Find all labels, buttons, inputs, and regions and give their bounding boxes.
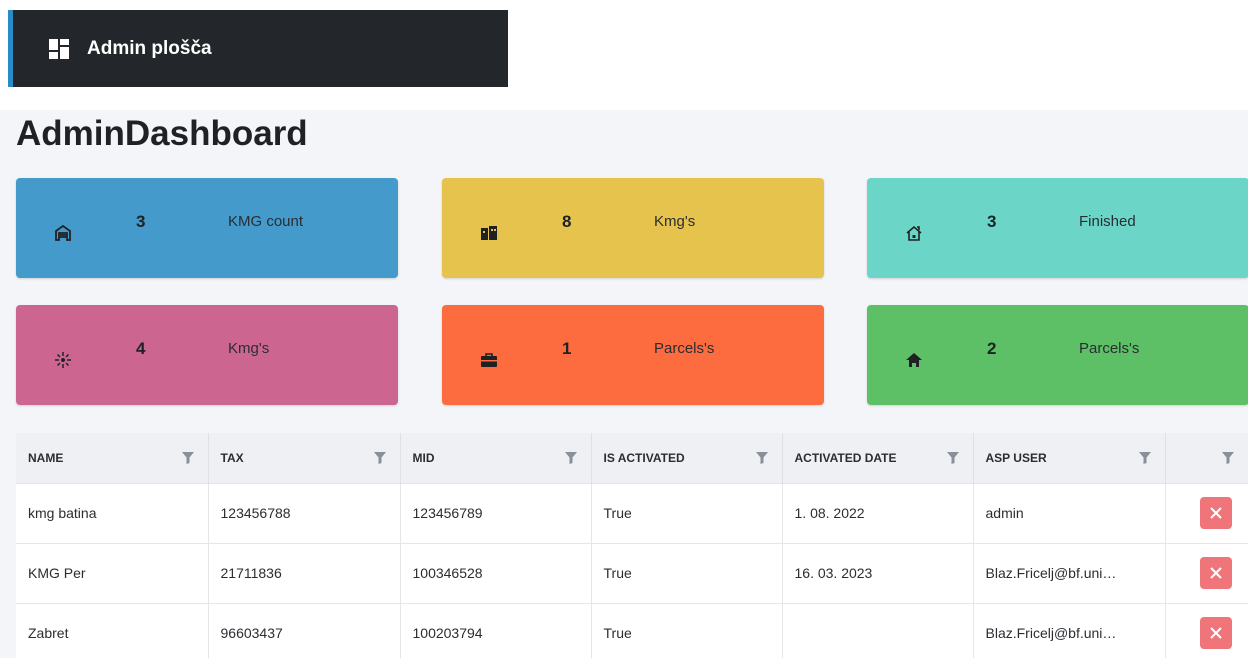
filter-icon[interactable] — [946, 452, 959, 464]
dashboard-icon — [49, 38, 69, 59]
home-icon — [905, 351, 923, 369]
stat-card-kmgs[interactable]: 8 Kmg's — [442, 178, 824, 278]
cell-asp-user: Blaz.Fricelj@bf.uni… — [973, 602, 1166, 658]
main-content: AdminDashboard 3 KMG count 8 Kmg's 3 Fin… — [0, 110, 1248, 658]
warehouse-icon — [54, 224, 72, 242]
cell-mid: 123456789 — [400, 482, 592, 543]
filter-icon[interactable] — [564, 452, 577, 464]
stat-label: Kmg's — [654, 213, 696, 230]
cell-activated-date: 16. 03. 2023 — [782, 542, 974, 603]
column-header-label: IS ACTIVATED — [603, 450, 685, 465]
cell-actions — [1165, 542, 1248, 603]
toolbox-icon — [480, 351, 498, 369]
filter-icon[interactable] — [373, 452, 386, 464]
column-header-label: ASP USER — [985, 450, 1047, 465]
delete-button[interactable] — [1200, 497, 1232, 529]
cell-name: KMG Per — [16, 542, 209, 603]
app-title[interactable]: Admin plošča — [87, 38, 212, 60]
sparkle-icon — [54, 351, 72, 369]
column-header-asp-user[interactable]: ASP USER — [973, 433, 1166, 483]
page-title: AdminDashboard — [16, 114, 308, 153]
home-outline-icon — [905, 224, 923, 242]
cell-name: kmg batina — [16, 482, 209, 543]
column-header-tax[interactable]: TAX — [208, 433, 401, 483]
cell-actions — [1165, 482, 1248, 543]
cell-asp-user: admin — [973, 482, 1166, 543]
cell-tax: 21711836 — [208, 542, 401, 603]
close-icon — [1210, 567, 1222, 579]
stat-label: Finished — [1079, 213, 1136, 230]
column-header-label: NAME — [28, 450, 64, 465]
kmg-table: NAME TAX MID IS ACTIVATED ACTIVATED DATE… — [16, 433, 1248, 658]
delete-button[interactable] — [1200, 557, 1232, 589]
stat-count: 8 — [562, 212, 572, 231]
stat-card-kmg-count[interactable]: 3 KMG count — [16, 178, 398, 278]
cell-mid: 100203794 — [400, 602, 592, 658]
table-row[interactable]: Zabret 96603437 100203794 True Blaz.Fric… — [16, 602, 1248, 658]
delete-button[interactable] — [1200, 617, 1232, 650]
cell-activated-date — [782, 602, 974, 658]
stat-card-parcels-2[interactable]: 2 Parcels's — [867, 305, 1248, 405]
table-row[interactable]: KMG Per 21711836 100346528 True 16. 03. … — [16, 542, 1248, 603]
cell-is-activated: True — [591, 602, 783, 658]
cell-is-activated: True — [591, 482, 783, 543]
table-row[interactable]: kmg batina 123456788 123456789 True 1. 0… — [16, 482, 1248, 543]
stat-label: Parcels's — [1079, 340, 1140, 357]
column-header-actions[interactable] — [1165, 433, 1248, 483]
stat-count: 3 — [987, 212, 997, 231]
stat-card-finished[interactable]: 3 Finished — [867, 178, 1248, 278]
column-header-label: TAX — [220, 450, 244, 465]
stat-card-parcels[interactable]: 1 Parcels's — [442, 305, 824, 405]
cell-tax: 96603437 — [208, 602, 401, 658]
stat-count: 4 — [136, 339, 146, 358]
column-header-label: MID — [412, 450, 435, 465]
column-header-name[interactable]: NAME — [16, 433, 209, 483]
cell-name: Zabret — [16, 602, 209, 658]
stat-count: 3 — [136, 212, 146, 231]
buildings-icon — [480, 224, 498, 242]
cell-tax: 123456788 — [208, 482, 401, 543]
stat-count: 1 — [562, 339, 572, 358]
cell-asp-user: Blaz.Fricelj@bf.uni… — [973, 542, 1166, 603]
cell-mid: 100346528 — [400, 542, 592, 603]
filter-icon[interactable] — [755, 452, 768, 464]
stat-label: Kmg's — [228, 340, 270, 357]
stat-card-kmgs-2[interactable]: 4 Kmg's — [16, 305, 398, 405]
top-navbar: Admin plošča — [8, 10, 508, 87]
column-header-is-activated[interactable]: IS ACTIVATED — [591, 433, 783, 483]
stat-label: Parcels's — [654, 340, 715, 357]
filter-icon[interactable] — [1138, 452, 1151, 464]
cell-actions — [1165, 602, 1248, 658]
filter-icon[interactable] — [1222, 452, 1234, 464]
table-header-row: NAME TAX MID IS ACTIVATED ACTIVATED DATE… — [16, 433, 1248, 483]
close-icon — [1210, 507, 1222, 519]
filter-icon[interactable] — [181, 452, 194, 464]
close-icon — [1210, 627, 1222, 639]
column-header-label: ACTIVATED DATE — [794, 450, 897, 465]
stat-label: KMG count — [228, 213, 304, 230]
cell-activated-date: 1. 08. 2022 — [782, 482, 974, 543]
column-header-mid[interactable]: MID — [400, 433, 592, 483]
cell-is-activated: True — [591, 542, 783, 603]
stat-count: 2 — [987, 339, 997, 358]
column-header-activated-date[interactable]: ACTIVATED DATE — [782, 433, 974, 483]
